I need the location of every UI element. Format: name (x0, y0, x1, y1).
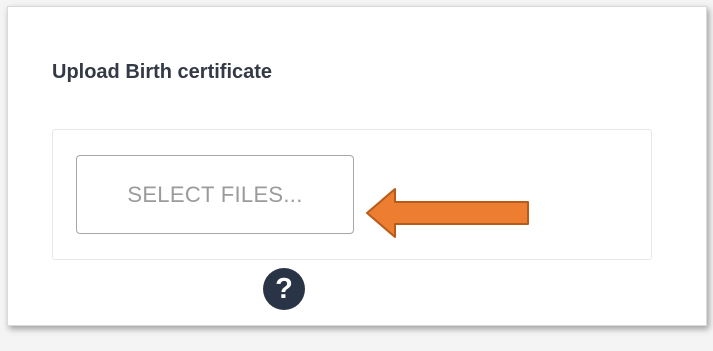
screenshot: Upload Birth certificate SELECT FILES...… (0, 0, 713, 351)
select-files-button[interactable]: SELECT FILES... (76, 155, 354, 234)
help-icon[interactable]: ? (263, 268, 305, 310)
upload-field-label: Upload Birth certificate (52, 61, 273, 83)
orange-arrow-annotation (366, 188, 529, 238)
